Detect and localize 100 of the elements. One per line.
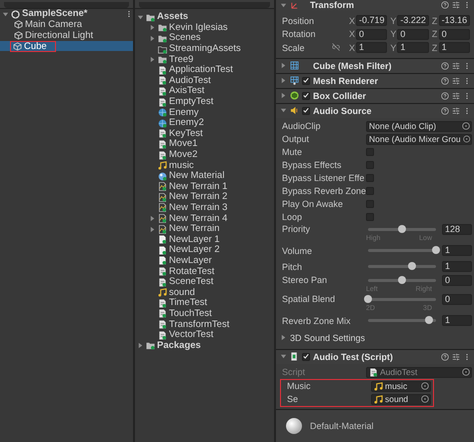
expand-arrow-icon[interactable] [2,10,9,18]
expand-arrow-icon[interactable] [280,92,287,99]
expand-arrow-icon[interactable] [149,56,156,64]
object-field[interactable]: None (Audio Clip) [366,120,472,132]
slider-track[interactable] [368,278,436,282]
expand-arrow-icon[interactable] [149,215,156,222]
expand-arrow-icon[interactable] [149,34,156,42]
expand-arrow-icon[interactable] [280,353,287,360]
number-field[interactable]: -3.222 [397,15,429,26]
number-field[interactable]: 1 [397,42,429,54]
slider-thumb[interactable] [398,276,406,284]
object-picker-icon[interactable] [462,122,470,130]
expand-arrow-icon[interactable] [280,77,287,84]
component-title[interactable]: Audio Test (Script) [313,352,438,362]
expand-arrow-icon[interactable] [280,2,287,8]
expand-arrow-icon[interactable] [280,334,287,341]
asset-name[interactable]: Scenes [169,33,201,44]
expand-arrow-icon[interactable] [137,342,144,350]
enable-checkbox[interactable] [302,106,310,114]
slider-thumb[interactable] [398,224,406,232]
object-field[interactable]: None (Audio Mixer Grou [366,134,472,144]
foldout-label[interactable]: 3D Sound Settings [290,332,366,342]
asset-name[interactable]: EmptyTest [169,97,214,108]
asset-name[interactable]: New Terrain 1 [169,182,228,192]
number-field[interactable]: 0 [438,28,470,40]
help-icon[interactable] [441,76,449,84]
number-field[interactable]: -0.719 [356,15,388,26]
number-field[interactable]: 0 [442,294,472,304]
asset-name[interactable]: VectorTest [169,330,214,340]
asset-name[interactable]: KeyTest [169,128,203,139]
checkbox[interactable] [366,213,374,221]
material-title[interactable]: Default-Material [310,420,374,431]
preset-icon[interactable] [452,106,460,114]
asset-name[interactable]: New Terrain 4 [169,214,228,224]
help-icon[interactable] [441,1,449,9]
slider-thumb[interactable] [425,316,434,324]
preset-icon[interactable] [452,62,460,70]
component-title[interactable]: Box Collider [313,90,438,100]
slider-track[interactable] [368,319,436,322]
component-title[interactable]: Mesh Renderer [313,76,438,86]
expand-arrow-icon[interactable] [280,107,287,114]
object-picker-icon[interactable] [462,135,470,143]
hierarchy-item[interactable]: Directional Light [0,30,133,41]
component-title[interactable]: Cube (Mesh Filter) [313,60,438,70]
help-icon[interactable] [441,106,449,114]
asset-name[interactable]: Tree9 [169,54,194,65]
asset-name[interactable]: Packages [157,340,201,351]
slider-thumb[interactable] [432,246,440,254]
number-field[interactable]: 1 [356,42,388,54]
checkbox[interactable] [366,200,374,208]
slider-thumb[interactable] [408,262,416,270]
help-icon[interactable] [441,62,449,70]
asset-name[interactable]: NewLayer [169,256,212,266]
slider-thumb[interactable] [364,294,372,302]
asset-name[interactable]: Assets [157,12,188,22]
number-field[interactable]: 1 [442,261,472,272]
object-field[interactable]: sound [371,394,431,404]
expand-arrow-icon[interactable] [280,62,287,69]
checkbox[interactable] [366,187,374,195]
asset-name[interactable]: SceneTest [169,277,214,288]
scene-name[interactable]: SampleScene* [22,9,123,20]
asset-name[interactable]: Move2 [169,150,198,160]
number-field[interactable]: 1 [442,315,472,326]
number-field[interactable]: 0 [442,274,472,286]
preset-icon[interactable] [452,76,460,84]
asset-name[interactable]: AudioTest [169,76,211,86]
asset-name[interactable]: Move1 [169,139,198,150]
preset-icon[interactable] [452,92,460,100]
checkbox[interactable] [366,148,374,156]
asset-name[interactable]: AxisTest [169,86,204,96]
asset-name[interactable]: RotateTest [169,266,214,277]
component-title[interactable]: Audio Source [313,106,438,116]
checkbox[interactable] [366,174,374,182]
object-field[interactable]: music [371,380,431,392]
asset-name[interactable]: Kevin Iglesias [169,22,228,33]
slider-track[interactable] [368,228,436,230]
number-field[interactable]: 0 [356,28,388,40]
component-title[interactable]: Transform [302,0,438,10]
asset-name[interactable]: TransformTest [169,320,230,330]
expand-arrow-icon[interactable] [149,24,156,32]
number-field[interactable]: 128 [442,224,472,234]
slider-track[interactable] [368,265,436,268]
asset-name[interactable]: New Terrain 2 [169,192,228,202]
enable-checkbox[interactable] [302,92,310,100]
hierarchy-item[interactable]: Main Camera [0,20,133,30]
asset-name[interactable]: TimeTest [169,298,208,308]
link-icon[interactable] [332,42,340,51]
enable-checkbox[interactable] [302,352,310,360]
asset-name[interactable]: Enemy [169,108,199,118]
asset-name[interactable]: sound [169,288,195,298]
number-field[interactable]: -13.16 [438,15,470,26]
preset-icon[interactable] [452,1,460,9]
asset-name[interactable]: Enemy2 [169,118,204,128]
search-field[interactable] [139,2,270,8]
help-icon[interactable] [441,92,449,100]
number-field[interactable]: 0 [397,28,429,40]
number-field[interactable]: 1 [442,245,472,256]
asset-name[interactable]: music [169,160,194,171]
asset-name[interactable]: New Terrain [169,224,220,234]
asset-name[interactable]: New Material [169,171,224,182]
